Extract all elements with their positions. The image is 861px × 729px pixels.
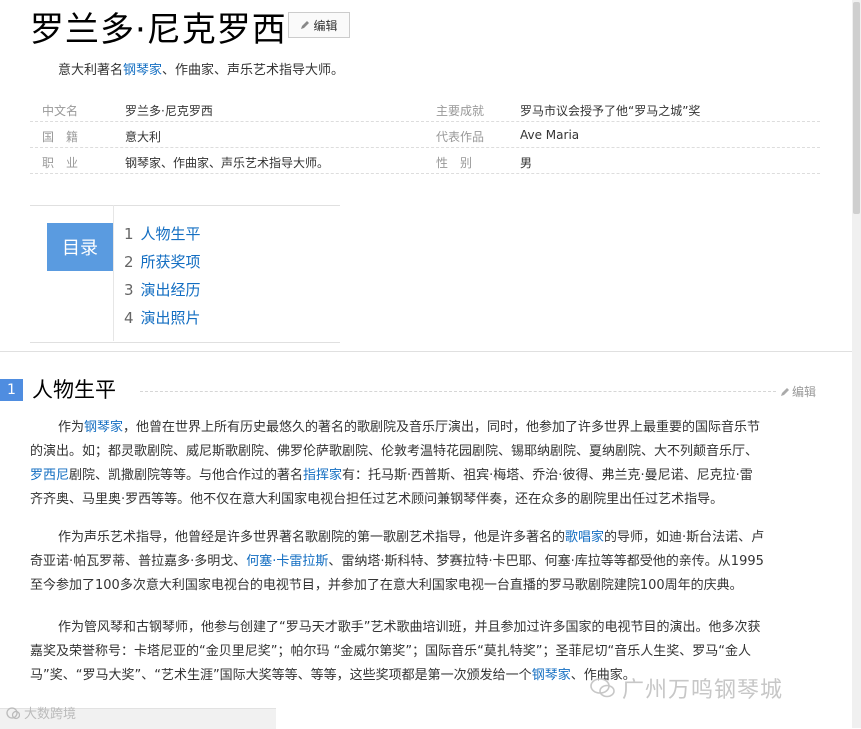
catalog-item-label: 人物生平 bbox=[140, 225, 201, 243]
catalog-divider bbox=[113, 205, 114, 341]
basic-info-value: 钢琴家、作曲家、声乐艺术指导大师。 bbox=[125, 156, 330, 170]
catalog-item-label: 所获奖项 bbox=[140, 253, 201, 271]
text: 奇亚诺·帕瓦罗蒂、普拉嘉多·多明戈、 bbox=[30, 554, 247, 569]
catalog-item-number: 2 bbox=[124, 253, 134, 271]
paragraph-line: 作为钢琴家，他曾在世界上所有历史最悠久的著名的歌剧院及音乐厅演出，同时，他参加了… bbox=[58, 416, 828, 440]
section-divider bbox=[0, 351, 861, 352]
paragraph-line: 作为声乐艺术指导，他曾经是许多世界著名歌剧院的第一歌剧艺术指导，他是许多著名的歌… bbox=[58, 526, 828, 550]
catalog-item-label: 演出经历 bbox=[140, 281, 201, 299]
basic-info-value: 男 bbox=[520, 156, 533, 170]
paragraph-1: 作为钢琴家，他曾在世界上所有历史最悠久的著名的歌剧院及音乐厅演出，同时，他参加了… bbox=[30, 416, 828, 512]
intro-link-pianist[interactable]: 钢琴家 bbox=[123, 63, 162, 78]
paragraph-line: 嘉奖及荣誉称号：卡塔尼亚的“金贝里尼奖”；帕尔玛 “金威尔第奖”；国际音乐“莫扎… bbox=[30, 644, 752, 659]
catalog-item-1[interactable]: 1 人物生平 bbox=[124, 223, 201, 244]
paragraph-line: 的演出。如；都灵歌剧院、威尼斯歌剧院、佛罗伦萨歌剧院、伦敦考温特花园剧院、锡耶纳… bbox=[30, 444, 759, 459]
wechat-icon bbox=[590, 678, 615, 698]
paragraph-line: 奇亚诺·帕瓦罗蒂、普拉嘉多·多明戈、何塞·卡雷拉斯、雷纳塔·斯科特、梦赛拉特·卡… bbox=[30, 550, 828, 574]
text: ，他曾在世界上所有历史最悠久的著名的歌剧院及音乐厅演出，同时，他参加了许多世界上… bbox=[123, 420, 761, 435]
basic-info-table: 中文名 罗兰多·尼克罗西 主要成就 罗马市议会授予了他“罗马之城”奖 国 籍 意… bbox=[30, 96, 820, 174]
catalog-item-2[interactable]: 2 所获奖项 bbox=[124, 251, 201, 272]
text: 马”奖、“罗马大奖”、“艺术生涯”国际大奖等等、等等，这些奖项都是第一次颁发给一… bbox=[30, 668, 532, 683]
text: 的导师，如迪·斯台法诺、卢 bbox=[604, 530, 765, 545]
link-pianist[interactable]: 钢琴家 bbox=[84, 420, 123, 435]
text: 剧院、凯撒剧院等等。与他合作过的著名 bbox=[69, 468, 304, 483]
intro-text: 意大利著名钢琴家、作曲家、声乐艺术指导大师。 bbox=[58, 59, 344, 78]
link-carreras[interactable]: 何塞·卡雷拉斯 bbox=[246, 554, 328, 569]
edit-button[interactable]: 编辑 bbox=[288, 12, 350, 38]
watermark-left-text: 大数跨境 bbox=[24, 707, 77, 722]
basic-info-key: 国 籍 bbox=[42, 130, 79, 144]
basic-info-value: 罗马市议会授予了他“罗马之城”奖 bbox=[520, 104, 701, 118]
catalog-item-3[interactable]: 3 演出经历 bbox=[124, 279, 201, 300]
basic-info-value: 罗兰多·尼克罗西 bbox=[125, 104, 213, 118]
catalog-label: 目录 bbox=[47, 223, 113, 271]
text: 作为 bbox=[58, 420, 85, 435]
paragraph-line: 至今参加了100多次意大利国家电视台的电视节目，并参加了在意大利国家电视一台直播… bbox=[30, 578, 743, 593]
basic-info-row: 中文名 罗兰多·尼克罗西 主要成就 罗马市议会授予了他“罗马之城”奖 bbox=[30, 96, 820, 122]
watermark-right-text: 广州万鸣钢琴城 bbox=[622, 678, 784, 703]
link-singer[interactable]: 歌唱家 bbox=[565, 530, 604, 545]
watermark-left: 大数跨境 bbox=[6, 703, 76, 722]
basic-info-value: Ave Maria bbox=[520, 128, 580, 142]
catalog-item-label: 演出照片 bbox=[140, 309, 201, 327]
pencil-icon bbox=[781, 387, 789, 396]
basic-info-key: 代表作品 bbox=[436, 130, 485, 144]
scrollbar-thumb[interactable] bbox=[853, 2, 860, 214]
wechat-icon bbox=[6, 706, 20, 719]
basic-info-key: 中文名 bbox=[42, 104, 79, 118]
edit-button-label: 编辑 bbox=[313, 18, 338, 33]
catalog-item-4[interactable]: 4 演出照片 bbox=[124, 307, 201, 328]
basic-info-value: 意大利 bbox=[125, 130, 162, 144]
watermark-right: 广州万鸣钢琴城 bbox=[590, 672, 783, 704]
link-conductor[interactable]: 指挥家 bbox=[303, 468, 342, 483]
section-edit-button[interactable]: 编辑 bbox=[780, 383, 816, 400]
basic-info-row: 职 业 钢琴家、作曲家、声乐艺术指导大师。 性 别 男 bbox=[30, 148, 820, 174]
catalog-item-number: 3 bbox=[124, 281, 134, 299]
intro-pre: 意大利著名 bbox=[58, 63, 124, 78]
section-edit-label: 编辑 bbox=[792, 385, 817, 399]
link-rossini[interactable]: 罗西尼 bbox=[30, 468, 69, 483]
paragraph-line: 作为管风琴和古钢琴师，他参与创建了“罗马天才歌手”艺术歌曲培训班，并且参加过许多… bbox=[58, 620, 761, 635]
catalog-item-number: 1 bbox=[124, 225, 134, 243]
page-title: 罗兰多·尼克罗西 bbox=[30, 10, 287, 50]
basic-info-key: 性 别 bbox=[436, 156, 473, 170]
catalog-item-number: 4 bbox=[124, 309, 134, 327]
section-title: 人物生平 bbox=[32, 378, 116, 402]
link-pianist-2[interactable]: 钢琴家 bbox=[532, 668, 571, 683]
basic-info-row: 国 籍 意大利 代表作品 Ave Maria bbox=[30, 122, 820, 148]
paragraph-line: 罗西尼剧院、凯撒剧院等等。与他合作过的著名指挥家有：托马斯·西普斯、祖宾·梅塔、… bbox=[30, 464, 828, 488]
intro-post: 、作曲家、声乐艺术指导大师。 bbox=[162, 63, 345, 78]
section-number: 1 bbox=[0, 379, 23, 401]
basic-info-key: 主要成就 bbox=[436, 104, 485, 118]
text: 作为声乐艺术指导，他曾经是许多世界著名歌剧院的第一歌剧艺术指导，他是许多著名的 bbox=[58, 530, 566, 545]
text: 有：托马斯·西普斯、祖宾·梅塔、乔治·彼得、弗兰克·曼尼诺、尼克拉·雷 bbox=[342, 468, 753, 483]
pencil-icon bbox=[301, 21, 310, 29]
section-rule bbox=[140, 391, 776, 393]
text: 、雷纳塔·斯科特、梦赛拉特·卡巴耶、何塞·库拉等等都受他的亲传。从1995 bbox=[328, 554, 764, 569]
paragraph-2: 作为声乐艺术指导，他曾经是许多世界著名歌剧院的第一歌剧艺术指导，他是许多著名的歌… bbox=[30, 526, 828, 598]
basic-info-key: 职 业 bbox=[42, 156, 79, 170]
paragraph-line: 齐齐奥、马里奥·罗西等等。他不仅在意大利国家电视台担任过艺术顾问兼钢琴伴奏，还在… bbox=[30, 492, 724, 507]
